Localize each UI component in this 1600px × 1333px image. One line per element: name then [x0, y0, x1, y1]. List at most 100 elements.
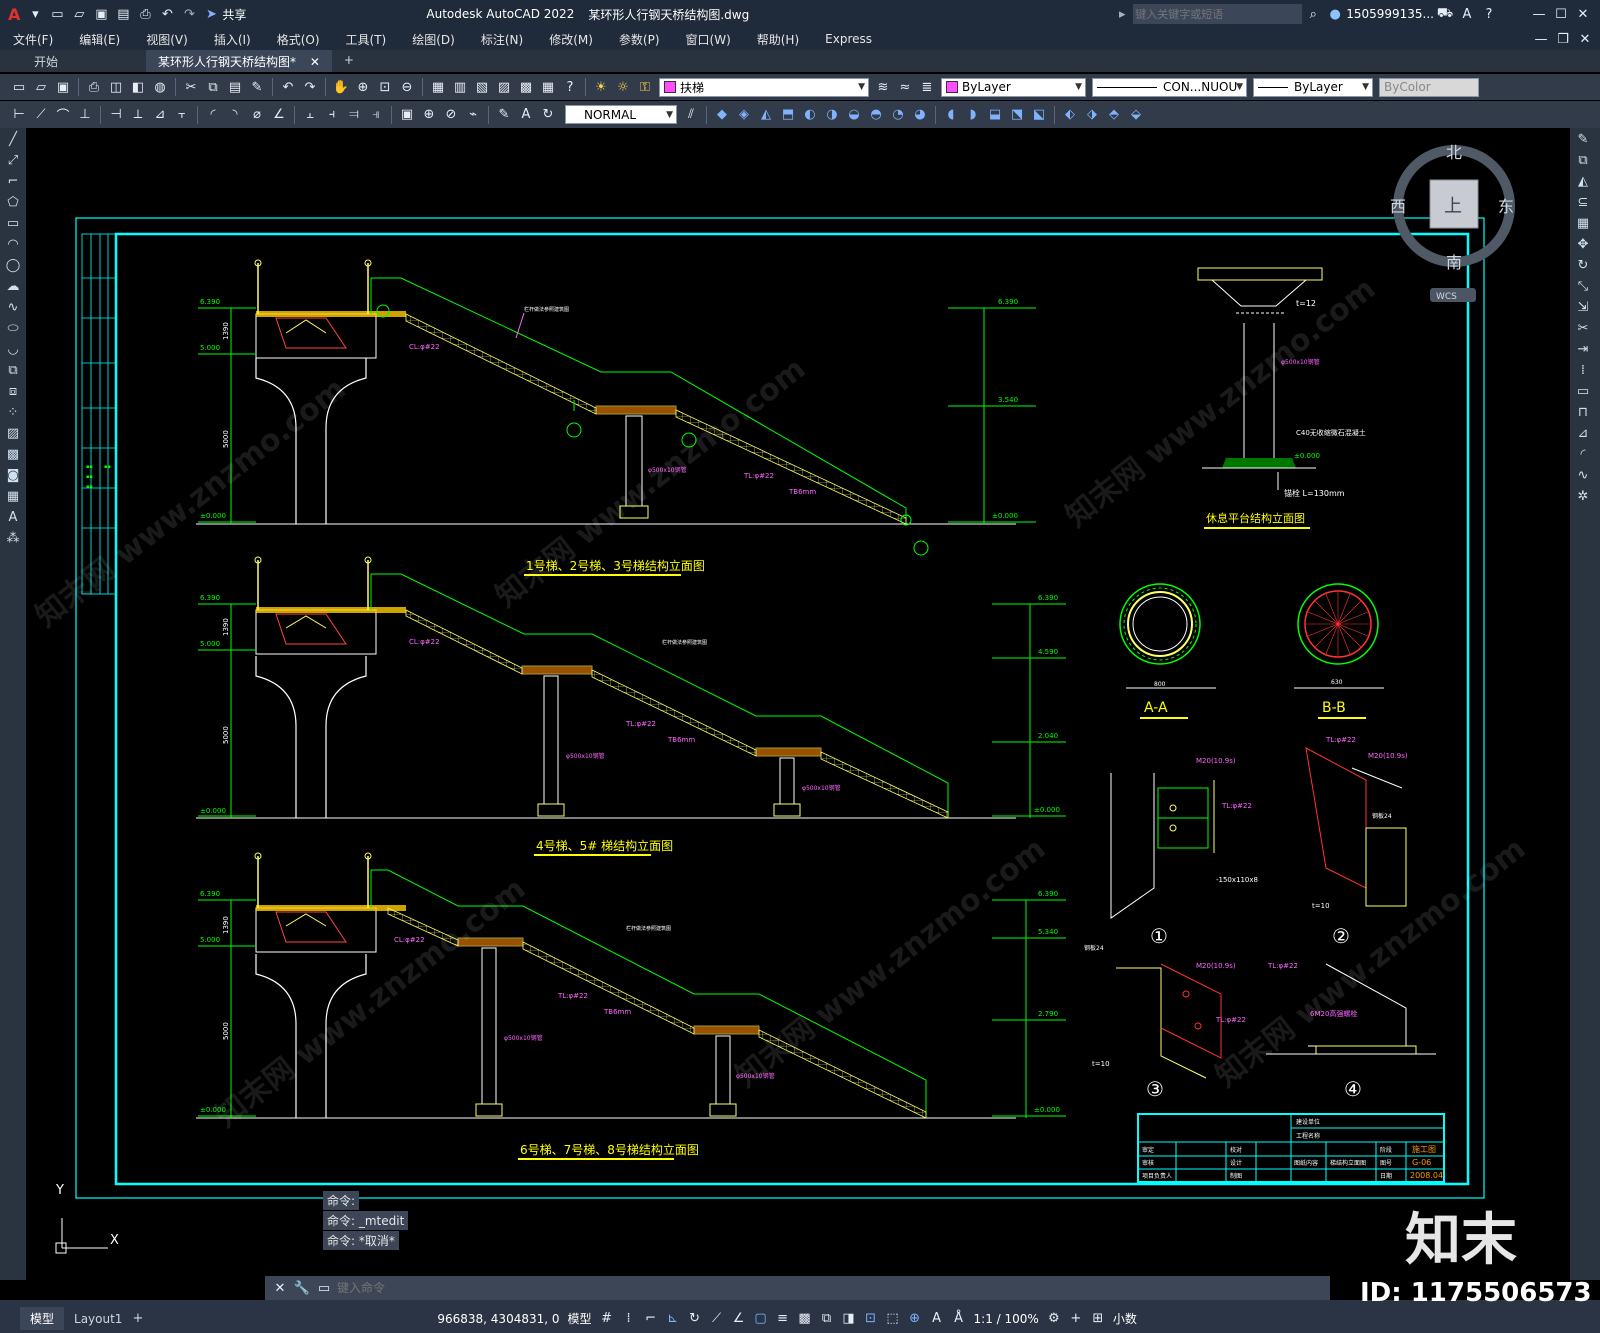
search-input[interactable]	[1133, 4, 1303, 24]
region-icon[interactable]: ◙	[2, 465, 24, 485]
infer-icon[interactable]: ⌐	[642, 1310, 660, 1328]
help-icon[interactable]: ?	[1480, 5, 1498, 23]
plus-icon[interactable]: +	[1067, 1310, 1085, 1328]
menu-edit[interactable]: 编辑(E)	[66, 31, 133, 48]
workspace-gear-icon[interactable]: ⚙	[1045, 1310, 1063, 1328]
extend-icon[interactable]: ⇥	[1572, 339, 1594, 359]
menu-express[interactable]: Express	[812, 32, 885, 46]
smooth-icon[interactable]: ⬗	[1083, 106, 1101, 124]
design-center-icon[interactable]: ▥	[451, 78, 469, 96]
autodesk-a360-icon[interactable]: A	[1458, 5, 1476, 23]
dimstyle-icon[interactable]: ⫽	[682, 106, 700, 124]
tool-palettes-icon[interactable]: ▧	[473, 78, 491, 96]
arc-icon[interactable]: ◠	[2, 234, 24, 254]
undo-icon[interactable]: ↶	[158, 5, 176, 23]
jog-line-icon[interactable]: ⌁	[464, 106, 482, 124]
textstyle-combo[interactable]: NORMAL ▼	[565, 105, 677, 124]
fillet-icon[interactable]: ◜	[1572, 444, 1594, 464]
offset-icon[interactable]: ⊆	[1572, 192, 1594, 212]
move-icon[interactable]: ✥	[1572, 234, 1594, 254]
viewcube-south[interactable]: 南	[1446, 253, 1462, 272]
menu-draw[interactable]: 绘图(D)	[399, 31, 468, 48]
units-icon[interactable]: ⊞	[1089, 1310, 1107, 1328]
menu-file[interactable]: 文件(F)	[0, 31, 66, 48]
dim-break-icon[interactable]: ⫣	[367, 106, 385, 124]
baseline-dim-icon[interactable]: ⫟	[173, 106, 191, 124]
share-icon[interactable]: ➤	[202, 5, 220, 23]
hatch-icon[interactable]: ▨	[2, 423, 24, 443]
autocad-logo-icon[interactable]: A	[8, 5, 20, 24]
globe-icon[interactable]: ◍	[151, 78, 169, 96]
arc-length-icon[interactable]: ⌒	[54, 106, 72, 124]
menu-modify[interactable]: 修改(M)	[536, 31, 606, 48]
break-icon[interactable]: ▭	[1572, 381, 1594, 401]
save-as-icon[interactable]: ▤	[114, 5, 132, 23]
dim-edit-icon[interactable]: ✎	[495, 106, 513, 124]
help-icon[interactable]: ?	[561, 78, 579, 96]
annotation-visibility-icon[interactable]: A	[928, 1310, 946, 1328]
osnap-icon[interactable]: ▢	[752, 1310, 770, 1328]
box-icon[interactable]: ◆	[713, 106, 731, 124]
dropdown-icon[interactable]: ▾	[26, 5, 44, 23]
color-combo[interactable]: ByLayer ▼	[941, 77, 1086, 97]
cut-icon[interactable]: ✂	[182, 78, 200, 96]
align-3d-icon[interactable]: ⬕	[1030, 106, 1048, 124]
circle-icon[interactable]: ◯	[2, 255, 24, 275]
rectangle-icon[interactable]: ▭	[2, 213, 24, 233]
annotation-monitor-icon[interactable]: ⊕	[906, 1310, 924, 1328]
viewcube-east[interactable]: 东	[1498, 197, 1514, 216]
rotate-3d-icon[interactable]: ⬔	[1008, 106, 1026, 124]
menu-window[interactable]: 窗口(W)	[673, 31, 744, 48]
viewcube-north[interactable]: 北	[1446, 143, 1462, 162]
copy-object-icon[interactable]: ⧉	[1572, 150, 1594, 170]
slice-icon[interactable]: ◖	[942, 106, 960, 124]
new-layout-icon[interactable]: +	[132, 1311, 143, 1326]
menu-dimension[interactable]: 标注(N)	[468, 31, 536, 48]
otrack-icon[interactable]: ∠	[730, 1310, 748, 1328]
add-selected-icon[interactable]: ⁂	[2, 528, 24, 548]
annotation-scale[interactable]: 1:1 / 100%	[974, 1312, 1039, 1326]
redo-icon[interactable]: ↷	[180, 5, 198, 23]
doc-close-icon[interactable]: ✕	[1576, 30, 1594, 48]
layer-on-icon[interactable]: ☀	[592, 78, 610, 96]
trim-icon[interactable]: ✂	[1572, 318, 1594, 338]
quick-dim-icon[interactable]: ⫠	[301, 106, 319, 124]
menu-view[interactable]: 视图(V)	[133, 31, 201, 48]
user-icon[interactable]: ●	[1326, 5, 1344, 23]
construction-line-icon[interactable]: ⤢	[2, 150, 24, 170]
polar-icon[interactable]: ↻	[686, 1310, 704, 1328]
pan-icon[interactable]: ✋	[332, 78, 350, 96]
close-icon[interactable]: ✕	[1574, 5, 1592, 23]
tab-drawing[interactable]: 某环形人行钢天桥结构图* ✕	[146, 50, 332, 72]
dim-text-edit-icon[interactable]: A	[517, 106, 535, 124]
gradient-icon[interactable]: ▩	[2, 444, 24, 464]
save-icon[interactable]: ▣	[92, 5, 110, 23]
point-icon[interactable]: ⁘	[2, 402, 24, 422]
layer-combo[interactable]: 扶梯 ▼	[659, 77, 869, 97]
line-icon[interactable]: ╱	[2, 129, 24, 149]
save-icon[interactable]: ▣	[54, 78, 72, 96]
model-space-toggle[interactable]: 模型	[568, 1310, 592, 1327]
tab-close-icon[interactable]: ✕	[310, 55, 320, 69]
rotate-icon[interactable]: ↻	[1572, 255, 1594, 275]
layer-lock-icon[interactable]: ⚿	[636, 78, 654, 96]
stretch-icon[interactable]: ⇲	[1572, 297, 1594, 317]
move-3d-icon[interactable]: ⬓	[986, 106, 1004, 124]
union-icon[interactable]: ◓	[867, 106, 885, 124]
drawing-canvas[interactable]: ▪▪▪▪▪▪▪▪ 6.390 5.000 ±0.000 1390 5000 6.…	[26, 128, 1570, 1280]
section-plane-icon[interactable]: ◗	[964, 106, 982, 124]
dynamic-ucs-icon[interactable]: ⊡	[862, 1310, 880, 1328]
linetype-combo[interactable]: CON...NUOU ▼	[1092, 77, 1247, 97]
redo-icon[interactable]: ↷	[301, 78, 319, 96]
zoom-window-icon[interactable]: ⊡	[376, 78, 394, 96]
explode-icon[interactable]: ✲	[1572, 486, 1594, 506]
ellipse-icon[interactable]: ⬭	[2, 318, 24, 338]
transparency-icon[interactable]: ▩	[796, 1310, 814, 1328]
tolerance-icon[interactable]: ▣	[398, 106, 416, 124]
share-button[interactable]: 共享	[222, 6, 246, 23]
model-space-viewport[interactable]: ▪▪ ▪▪ ▪▪ ▪▪ 6.390 5.000 ±0.000 1390 5000…	[26, 128, 1570, 1280]
crease-icon[interactable]: ⬙	[1127, 106, 1145, 124]
3d-osnap-icon[interactable]: ◨	[840, 1310, 858, 1328]
refine-icon[interactable]: ⬘	[1105, 106, 1123, 124]
make-current-icon[interactable]: ≋	[874, 78, 892, 96]
